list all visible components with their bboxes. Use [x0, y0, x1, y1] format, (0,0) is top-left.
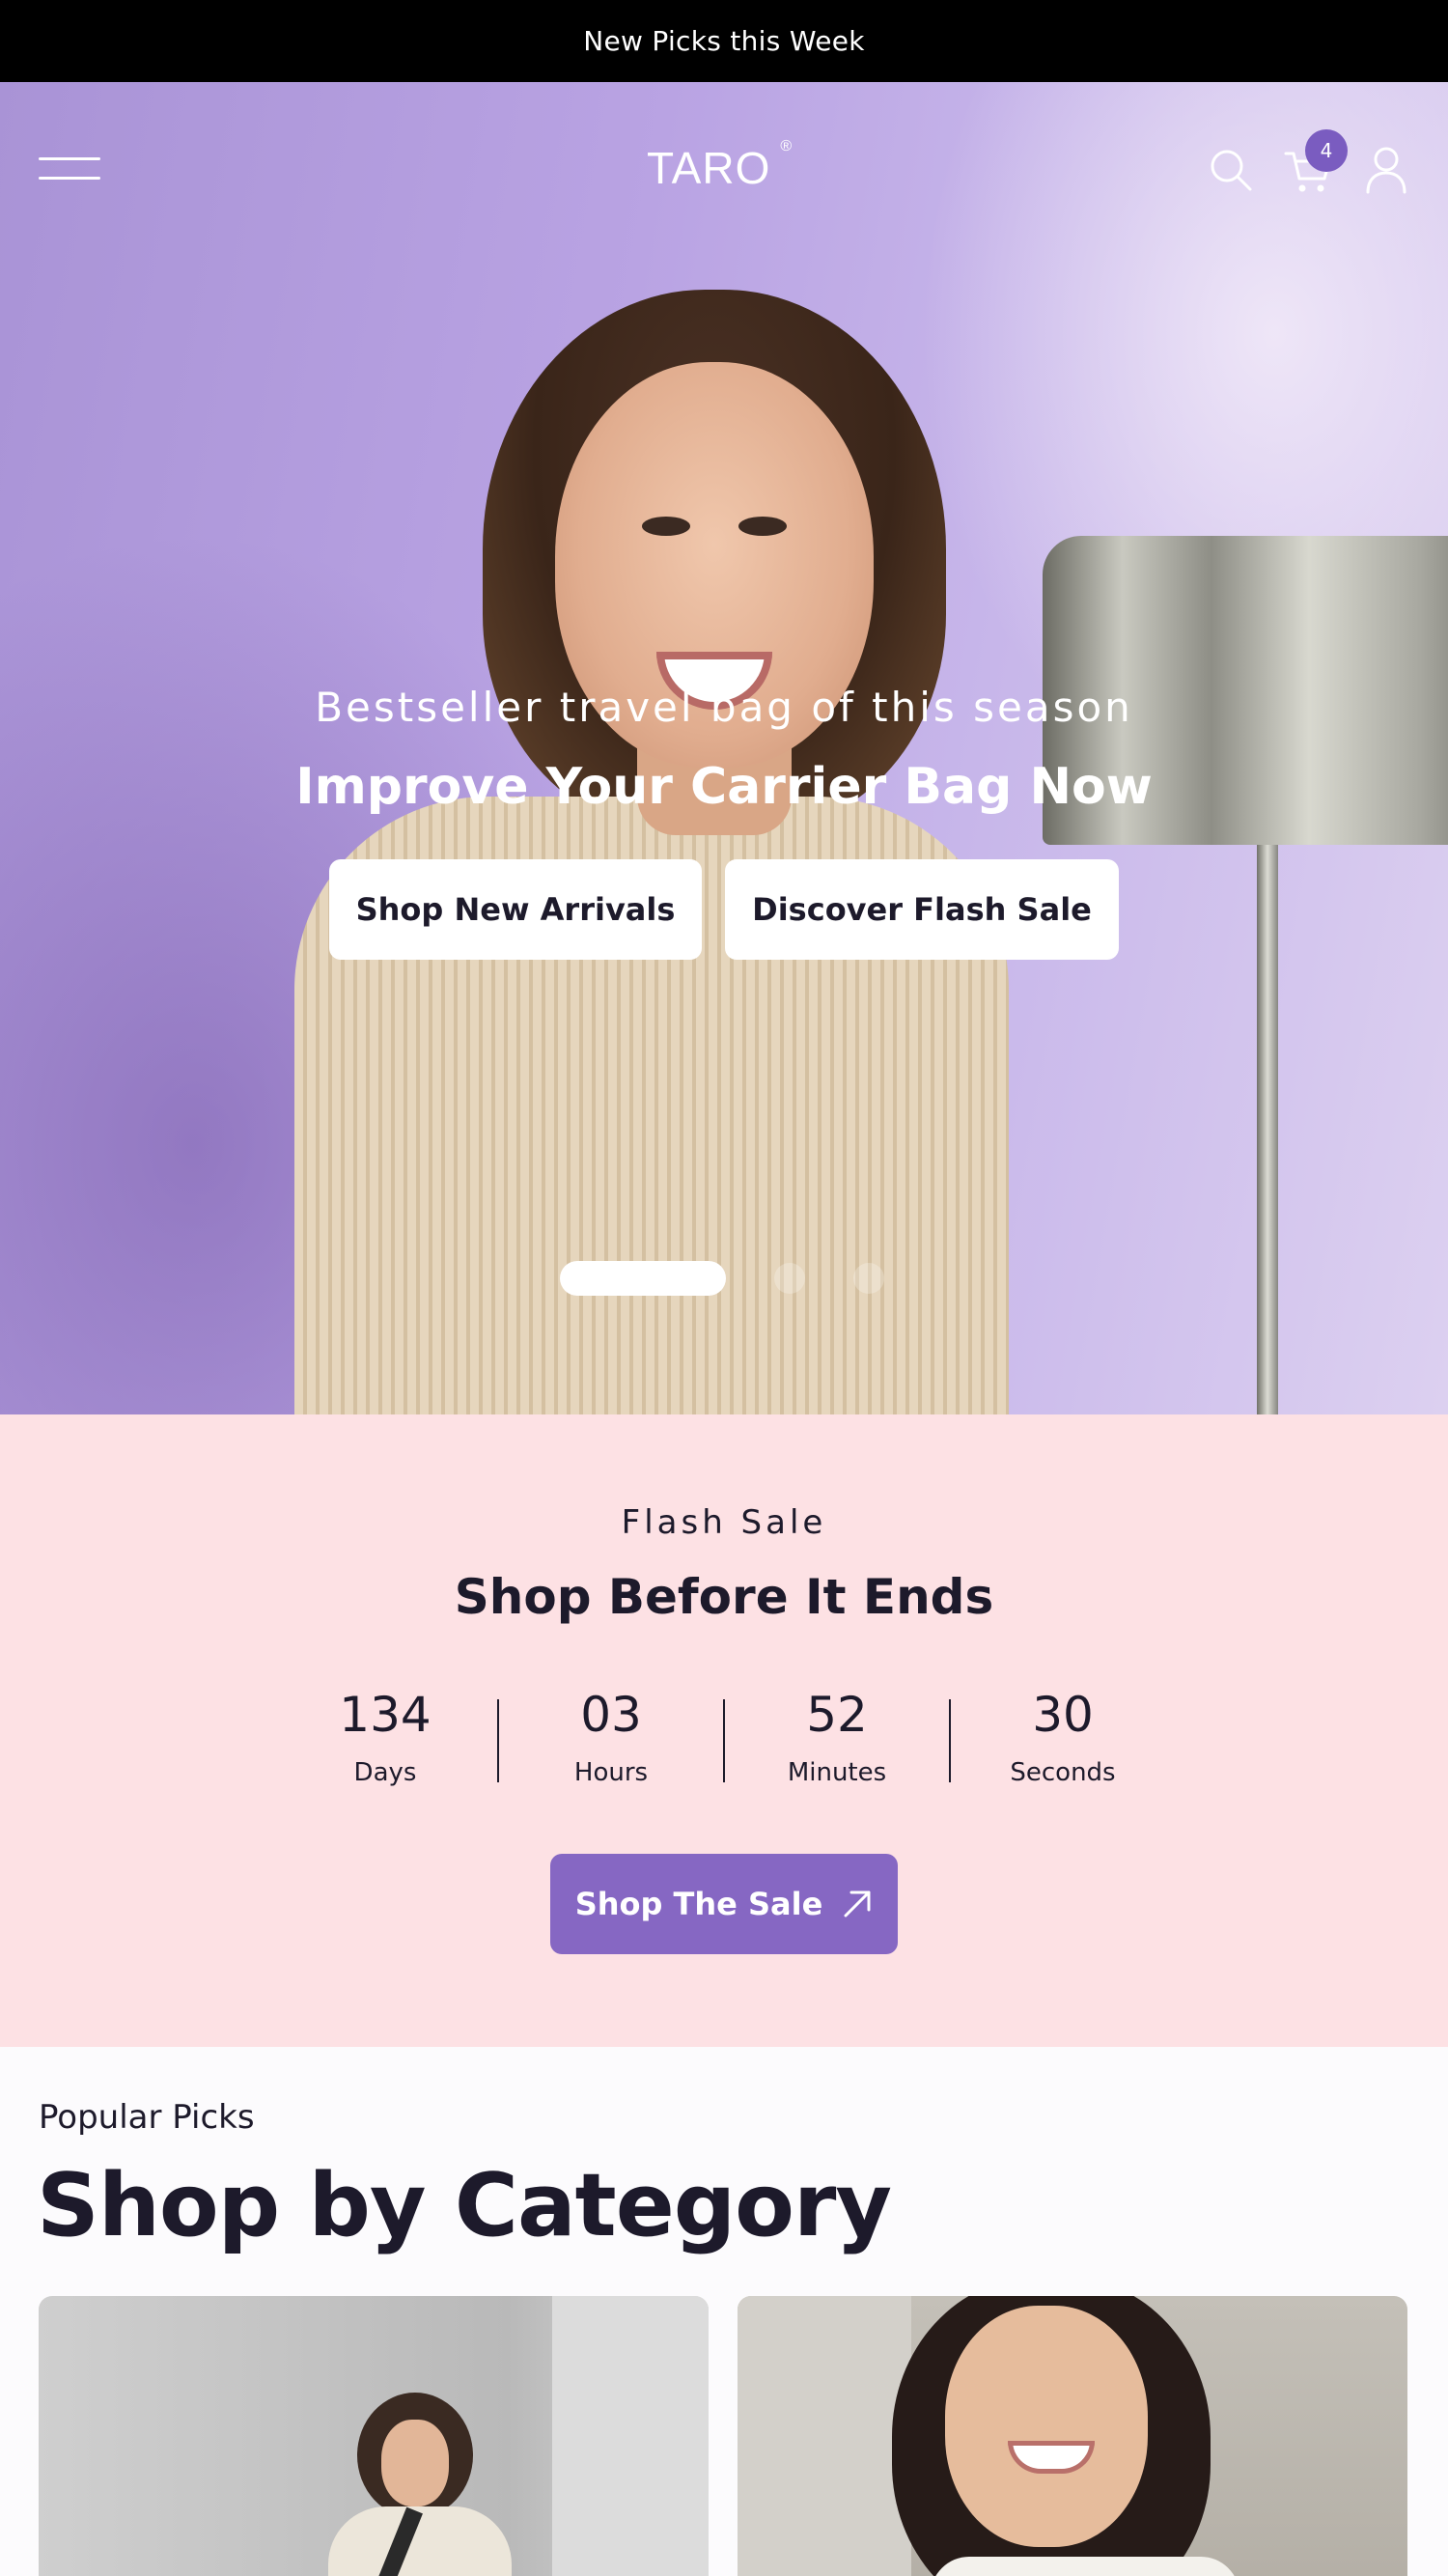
hero-title: Improve Your Carrier Bag Now — [295, 758, 1153, 816]
category-card[interactable] — [39, 2296, 709, 2576]
countdown-unit: Seconds — [1010, 1758, 1116, 1787]
countdown-hours: 03 Hours — [515, 1687, 708, 1787]
shop-the-sale-label: Shop The Sale — [574, 1886, 823, 1922]
category-label: Popular Picks — [39, 2098, 255, 2137]
countdown-seconds: 30 Seconds — [966, 1687, 1159, 1787]
category-title: Shop by Category — [37, 2155, 892, 2256]
category-card[interactable] — [738, 2296, 1407, 2576]
card-model-face — [945, 2306, 1148, 2547]
shop-new-arrivals-button[interactable]: Shop New Arrivals — [329, 859, 702, 960]
countdown-value: 03 — [580, 1687, 642, 1743]
site-header: TARO ® 4 — [0, 82, 1448, 256]
countdown-unit: Minutes — [787, 1758, 887, 1787]
lamp-pole — [1257, 845, 1278, 1414]
card-model-face — [381, 2420, 449, 2506]
cart-count-badge: 4 — [1305, 129, 1348, 172]
flash-sale-label: Flash Sale — [621, 1503, 827, 1542]
flash-sale-section: Flash Sale Shop Before It Ends 134 Days … — [0, 1414, 1448, 2047]
arrow-up-right-icon — [844, 1890, 871, 1918]
countdown-divider — [497, 1699, 499, 1782]
card-wall-panel — [552, 2296, 709, 2576]
hero-model-eye — [642, 517, 690, 536]
hero-subtitle: Bestseller travel bag of this season — [315, 684, 1133, 731]
countdown-value: 134 — [339, 1687, 432, 1743]
registered-mark: ® — [780, 138, 794, 154]
card-background-panel — [738, 2296, 911, 2576]
slide-dot[interactable] — [774, 1263, 805, 1294]
shop-the-sale-button[interactable]: Shop The Sale — [550, 1854, 898, 1954]
slide-dot[interactable] — [853, 1263, 884, 1294]
countdown-minutes: 52 Minutes — [740, 1687, 933, 1787]
countdown-value: 30 — [1032, 1687, 1094, 1743]
countdown-divider — [723, 1699, 725, 1782]
countdown-divider — [949, 1699, 951, 1782]
countdown-days: 134 Days — [289, 1687, 482, 1787]
user-icon[interactable] — [1365, 146, 1407, 198]
countdown-value: 52 — [806, 1687, 868, 1743]
card-model-top — [931, 2557, 1239, 2576]
flash-sale-title: Shop Before It Ends — [454, 1569, 994, 1625]
announcement-bar: New Picks this Week — [0, 0, 1448, 82]
countdown-unit: Days — [353, 1758, 417, 1787]
countdown-unit: Hours — [573, 1758, 649, 1787]
announcement-text: New Picks this Week — [583, 25, 865, 57]
slide-dot-active[interactable] — [560, 1261, 726, 1296]
menu-icon[interactable] — [39, 157, 100, 182]
hero-banner — [0, 82, 1448, 1414]
site-logo[interactable]: TARO ® — [647, 138, 793, 194]
discover-flash-sale-button[interactable]: Discover Flash Sale — [725, 859, 1119, 960]
hero-model-eye — [738, 517, 787, 536]
search-icon[interactable] — [1209, 148, 1253, 196]
